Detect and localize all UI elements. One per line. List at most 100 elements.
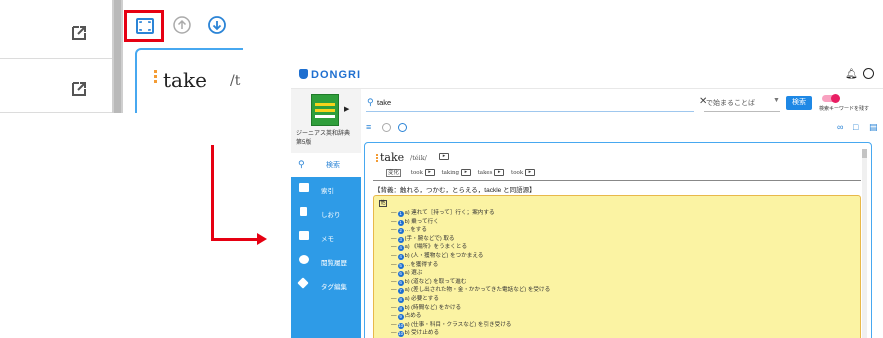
search-button[interactable]: 検索 xyxy=(786,96,812,110)
search-icon: ⚲ xyxy=(298,159,305,169)
definition-text: …を獲得する xyxy=(404,261,439,268)
app-logo[interactable]: DONGRI xyxy=(299,69,361,81)
search-input-value: take xyxy=(377,98,392,107)
main-content: ⚲ take ✕ で始まることば ▼ 検索 検索キーワードを残す ≡ ∞ □ ▤… xyxy=(361,89,883,338)
link-icon[interactable]: ∞ xyxy=(837,122,843,132)
sense-number: 9 xyxy=(397,314,404,321)
sense-number: 1 xyxy=(397,211,404,217)
definition-dash: — xyxy=(391,218,397,225)
sense-number: 5 xyxy=(397,262,404,269)
result-list xyxy=(0,0,112,113)
book-name: ジーニアス英和辞典 第5版 xyxy=(296,130,350,148)
sidebar-item-search[interactable]: ⚲ 検索 xyxy=(291,153,361,177)
scroll-down-icon[interactable] xyxy=(207,15,227,35)
sidebar-item-label: タグ編集 xyxy=(321,284,347,291)
speaker-icon[interactable]: ▸ xyxy=(460,169,471,176)
headword: take xyxy=(380,151,405,164)
book-selector[interactable]: ▶ ジーニアス英和辞典 第5版 xyxy=(291,89,361,153)
divider xyxy=(373,180,861,181)
sense-number: 6 xyxy=(397,271,404,278)
part-of-speech-marker: 他 xyxy=(379,200,387,207)
definition-item: —9 占める xyxy=(391,312,550,321)
definition-dash: — xyxy=(391,261,397,268)
definition-item: —6 a) 選ぶ xyxy=(391,269,550,278)
definition-item: —2 …をする xyxy=(391,226,550,235)
sidebar-item-bookmark[interactable]: しおり xyxy=(291,201,361,225)
row-divider xyxy=(0,112,112,113)
keep-keyword-toggle[interactable] xyxy=(822,94,840,103)
definition-text: b) 乗って行く xyxy=(404,218,439,225)
importance-dots xyxy=(376,154,378,163)
index-icon xyxy=(299,183,309,192)
bookmark-icon[interactable]: □ xyxy=(853,122,858,132)
sense-number: 4 xyxy=(397,253,404,260)
highlight-box xyxy=(124,10,164,42)
definition-item: —8 b) (時間など) をかける xyxy=(391,304,550,313)
speaker-icon[interactable]: ▸ xyxy=(424,169,435,176)
definition-dash: — xyxy=(391,330,397,337)
dictionary-app: DONGRI 🔔︎ ▶ ジーニアス英和辞典 第5版 ⚲ 検索 索引 しおり メモ… xyxy=(291,63,883,338)
sidebar-item-memo[interactable]: メモ xyxy=(291,225,361,249)
definition-text: …をする xyxy=(404,227,427,234)
definition-dash: — xyxy=(391,270,397,277)
sidebar-item-history[interactable]: 閲覧履歴 xyxy=(291,249,361,273)
callout-arrow xyxy=(211,238,259,241)
sense-number: 3 xyxy=(397,236,404,243)
memo-icon[interactable]: ▤ xyxy=(869,122,878,133)
bookmark-icon xyxy=(300,207,307,216)
form-word: takes xyxy=(477,170,493,176)
sidebar-item-label: 索引 xyxy=(321,188,334,195)
definition-dash: — xyxy=(391,321,397,328)
row-divider xyxy=(0,58,112,59)
scroll-up-icon[interactable] xyxy=(172,15,192,35)
speaker-icon[interactable]: ▸ xyxy=(524,169,535,176)
speaker-icon[interactable]: ▸ xyxy=(494,169,505,176)
scroll-up-icon[interactable] xyxy=(382,123,391,132)
definition-dash: — xyxy=(391,210,397,216)
sidebar-item-label: メモ xyxy=(321,236,334,243)
callout-arrow-head xyxy=(257,233,267,245)
definition-text: b) (道など) を取って進む xyxy=(404,278,467,285)
sidebar-item-label: しおり xyxy=(321,212,341,219)
scroll-down-icon[interactable] xyxy=(398,123,407,132)
sense-number: 2 xyxy=(397,228,404,235)
definition-item: —10 b) 受け止める xyxy=(391,329,550,338)
search-icon: ⚲ xyxy=(367,97,374,107)
entry-toolbar: ≡ ∞ □ ▤ xyxy=(361,120,883,136)
definition-dash: — xyxy=(391,313,397,320)
fit-screen-icon[interactable]: ≡ xyxy=(366,122,371,132)
chevron-down-icon: ▼ xyxy=(773,97,780,104)
definition-dash: — xyxy=(391,287,397,294)
book-cover-icon xyxy=(311,94,339,126)
sidebar-item-tag-edit[interactable]: タグ編集 xyxy=(291,273,361,297)
play-arrow-icon[interactable]: ▶ xyxy=(344,105,349,113)
definition-item: —4 b) (人・獲物など) をつかまえる xyxy=(391,252,550,261)
sidebar-item-index[interactable]: 索引 xyxy=(291,177,361,201)
sidebar-item-label: 閲覧履歴 xyxy=(321,260,347,267)
search-input[interactable]: ⚲ take xyxy=(366,94,694,112)
sense-number: 8 xyxy=(397,296,404,303)
speaker-icon[interactable]: ▸ xyxy=(439,153,449,160)
definition-text: a) (差し出された物・金・かかってきた電話など) を受ける xyxy=(404,287,551,294)
callout-arrow xyxy=(211,145,214,241)
logo-text: DONGRI xyxy=(311,69,361,81)
definition-item: —3 (手・腕などで) 取る xyxy=(391,235,550,244)
bell-icon[interactable]: 🔔︎ xyxy=(845,69,858,80)
book-name-line1: ジーニアス英和辞典 xyxy=(296,131,351,137)
entry-scrollbar[interactable] xyxy=(862,149,867,338)
scrollbar-thumb[interactable] xyxy=(114,0,121,113)
definition-dash: — xyxy=(391,227,397,234)
sense-number: 7 xyxy=(397,288,404,295)
open-external-icon[interactable] xyxy=(70,24,88,42)
search-mode-select[interactable]: で始まることば ▼ xyxy=(704,94,780,112)
open-external-icon[interactable] xyxy=(70,80,88,98)
history-icon xyxy=(299,255,309,264)
definition-text: b) (時間など) をかける xyxy=(404,304,462,311)
definition-text: a) 選ぶ xyxy=(404,270,423,277)
form-word: taking xyxy=(441,170,460,176)
definition-text: a) 連れて［持って］行く；案内する xyxy=(404,210,495,216)
sidebar-menu: 索引 しおり メモ 閲覧履歴 タグ編集 xyxy=(291,177,361,338)
account-icon[interactable] xyxy=(863,68,874,79)
sense-number: 6 xyxy=(397,279,404,286)
definition-item: —1 b) 乗って行く xyxy=(391,218,550,227)
